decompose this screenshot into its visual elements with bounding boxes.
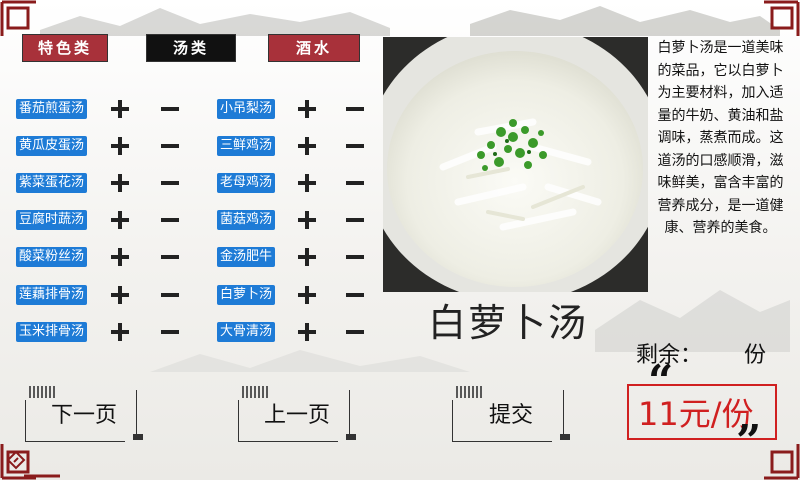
frame-line [563, 390, 564, 434]
dots-decoration [29, 386, 57, 398]
minus-icon[interactable] [343, 247, 367, 267]
close-quote-mark: ” [736, 416, 762, 467]
tab-drinks[interactable]: 酒水 [268, 34, 360, 62]
minus-icon[interactable] [158, 322, 182, 342]
minus-icon[interactable] [343, 99, 367, 119]
dish-item[interactable]: 菌菇鸡汤 [217, 210, 276, 230]
plus-icon[interactable] [295, 247, 319, 267]
plus-icon[interactable] [108, 136, 132, 156]
dish-item[interactable]: 大骨清汤 [217, 322, 276, 342]
plus-icon[interactable] [108, 210, 132, 230]
minus-icon[interactable] [343, 322, 367, 342]
frame-line [136, 390, 137, 434]
minus-icon[interactable] [343, 285, 367, 305]
previous-page-label: 上一页 [263, 403, 330, 428]
plus-icon[interactable] [295, 136, 319, 156]
selected-dish-name: 白萝卜汤 [428, 301, 589, 345]
frame-line [238, 441, 338, 442]
dots-decoration [456, 386, 484, 398]
dish-item[interactable]: 老母鸡汤 [217, 173, 276, 193]
minus-icon[interactable] [343, 210, 367, 230]
submit-button[interactable]: 提交 [452, 386, 570, 442]
minus-icon[interactable] [158, 99, 182, 119]
minus-icon[interactable] [158, 173, 182, 193]
dish-item[interactable]: 莲藕排骨汤 [16, 285, 88, 305]
minus-icon[interactable] [158, 136, 182, 156]
plus-icon[interactable] [295, 285, 319, 305]
plus-icon[interactable] [295, 210, 319, 230]
dish-item[interactable]: 豆腐时蔬汤 [16, 210, 88, 230]
plus-icon[interactable] [108, 285, 132, 305]
minus-icon[interactable] [343, 136, 367, 156]
minus-icon[interactable] [343, 173, 367, 193]
frame-line [346, 434, 356, 440]
frame-line [238, 400, 239, 442]
frame-line [25, 441, 125, 442]
dish-item[interactable]: 玉米排骨汤 [16, 322, 88, 342]
frame-line [560, 434, 570, 440]
plus-icon[interactable] [295, 173, 319, 193]
frame-line [25, 400, 26, 442]
previous-page-button[interactable]: 上一页 [238, 386, 356, 442]
dish-item[interactable]: 紫菜蛋花汤 [16, 173, 88, 193]
submit-label: 提交 [488, 403, 533, 428]
minus-icon[interactable] [158, 247, 182, 267]
next-page-button[interactable]: 下一页 [25, 386, 143, 442]
dish-item[interactable]: 白萝卜汤 [217, 285, 276, 305]
remaining-unit: 份 [744, 343, 767, 368]
minus-icon[interactable] [158, 285, 182, 305]
plus-icon[interactable] [108, 322, 132, 342]
dots-decoration [242, 386, 270, 398]
plus-icon[interactable] [108, 99, 132, 119]
plus-icon[interactable] [108, 247, 132, 267]
minus-icon[interactable] [158, 210, 182, 230]
frame-line [452, 441, 552, 442]
frame-line [349, 390, 350, 434]
plus-icon[interactable] [295, 322, 319, 342]
dish-item[interactable]: 番茄煎蛋汤 [16, 99, 88, 119]
dish-photo [383, 37, 648, 292]
tab-soup[interactable]: 汤类 [146, 34, 236, 62]
dish-item[interactable]: 黄瓜皮蛋汤 [16, 136, 88, 156]
next-page-label: 下一页 [50, 403, 117, 428]
plus-icon[interactable] [108, 173, 132, 193]
dish-item[interactable]: 三鲜鸡汤 [217, 136, 276, 156]
frame-line [133, 434, 143, 440]
dish-item[interactable]: 金汤肥牛 [217, 247, 276, 267]
dish-item[interactable]: 小吊梨汤 [217, 99, 276, 119]
tab-specialty[interactable]: 特色类 [22, 34, 108, 62]
dish-description: 白萝卜汤是一道美味的菜品，它以白萝卜为主要材料，加入适量的牛奶、黄油和盐调味，蒸… [657, 40, 784, 236]
plus-icon[interactable] [295, 99, 319, 119]
dish-item[interactable]: 酸菜粉丝汤 [16, 247, 88, 267]
frame-line [452, 400, 453, 442]
